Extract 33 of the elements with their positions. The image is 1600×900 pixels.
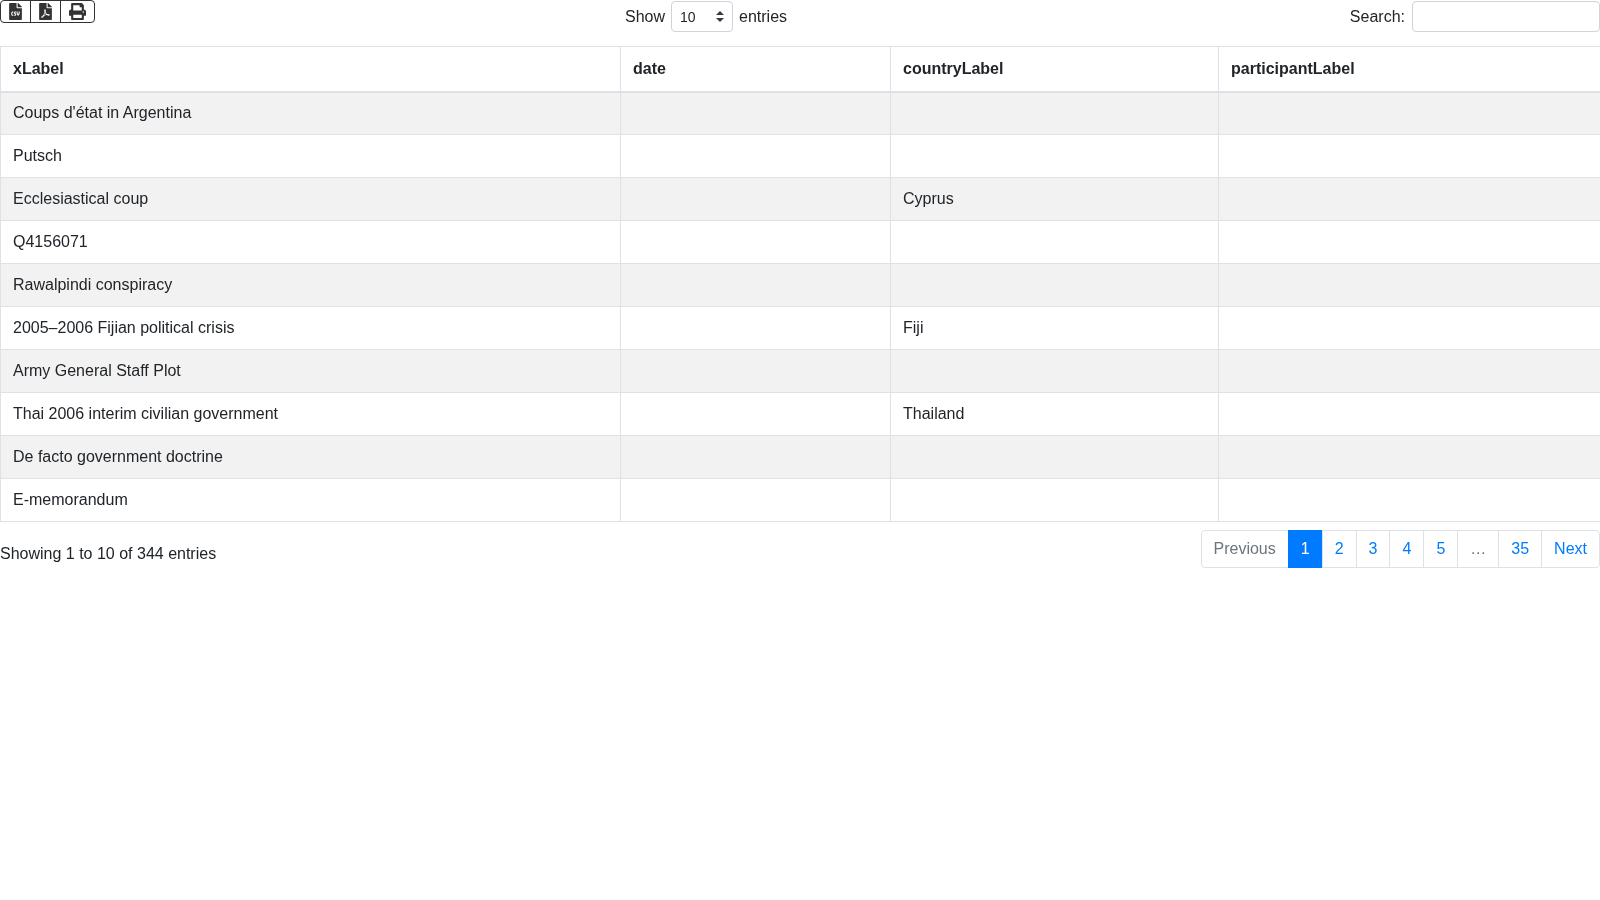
table-cell: Thailand — [890, 392, 1219, 436]
table-cell: Thai 2006 interim civilian government — [0, 392, 621, 436]
column-header[interactable]: date — [620, 46, 891, 92]
page-link[interactable]: 35 — [1498, 530, 1543, 568]
up-down-caret-icon — [716, 11, 725, 22]
search-field[interactable] — [1412, 1, 1600, 32]
table-cell: Ecclesiastical coup — [0, 177, 621, 221]
table-cell: E-memorandum — [0, 478, 621, 522]
entries-select[interactable]: 10 — [671, 1, 734, 32]
table-cell: Coups d'état in Argentina — [0, 91, 621, 135]
page-link[interactable]: 1 — [1287, 530, 1323, 568]
column-header[interactable]: participantLabel — [1218, 46, 1600, 92]
column-header[interactable]: countryLabel — [890, 46, 1219, 92]
table-cell: Fiji — [890, 306, 1219, 350]
table-cell: Putsch — [0, 134, 621, 178]
table-cell: Cyprus — [890, 177, 1219, 221]
page-link[interactable]: 5 — [1423, 530, 1459, 568]
search-label: Search: — [1349, 6, 1405, 27]
table-cell: Rawalpindi conspiracy — [0, 263, 621, 307]
table-cell: 2005–2006 Fijian political crisis — [0, 306, 621, 350]
table-cell: De facto government doctrine — [0, 435, 621, 479]
page-link[interactable]: Next — [1541, 530, 1600, 568]
column-header[interactable]: xLabel — [0, 46, 621, 92]
pdf-file-icon — [38, 3, 53, 20]
page-link[interactable]: 2 — [1321, 530, 1357, 568]
csv-file-icon — [8, 3, 23, 20]
page-link[interactable]: 4 — [1389, 530, 1425, 568]
entries-info: Showing 1 to 10 of 344 entries — [0, 544, 217, 564]
show-label: Show — [625, 6, 666, 27]
table-cell: Q4156071 — [0, 220, 621, 264]
entries-label: entries — [739, 6, 788, 27]
printer-icon — [68, 3, 87, 20]
table-cell: Army General Staff Plot — [0, 349, 621, 393]
